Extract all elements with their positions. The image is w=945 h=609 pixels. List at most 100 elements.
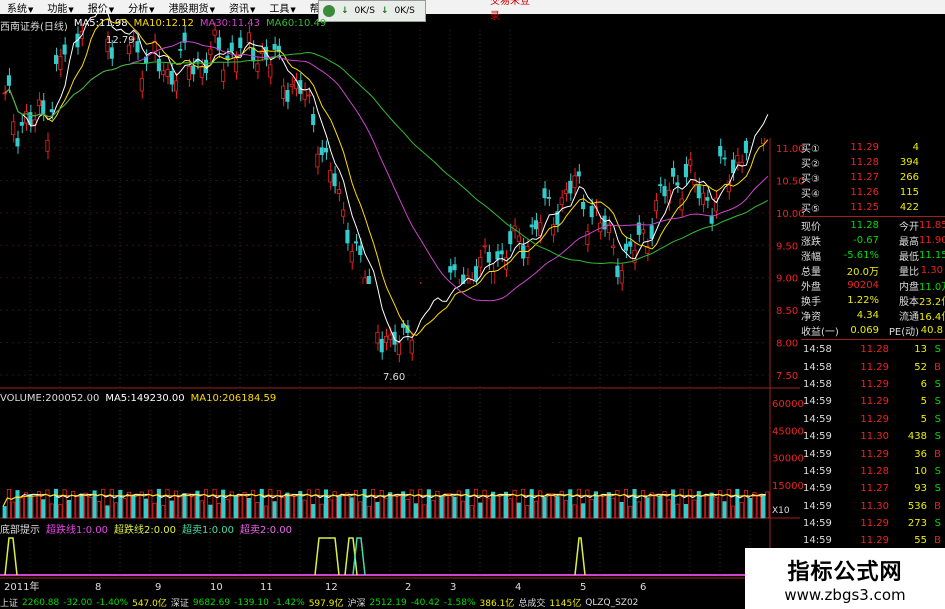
bid-label: 买③: [801, 174, 820, 185]
volume-bar: [495, 494, 500, 519]
volume-bar: [675, 503, 680, 519]
candle-body: [298, 80, 303, 94]
candle-body: [683, 163, 688, 178]
candle-body: [726, 181, 731, 193]
candle-body: [28, 112, 33, 126]
bid-volume: 266: [899, 172, 919, 183]
volume-bar: [182, 493, 187, 519]
volume-bar: [469, 505, 474, 519]
volume-bar: [358, 501, 363, 519]
candle-body: [268, 64, 273, 78]
candle-body: [722, 157, 727, 160]
watermark: 指标公式网 www.zbgs3.com: [745, 548, 945, 609]
candle-body: [392, 331, 397, 345]
menu-item-1[interactable]: 功能▼: [40, 0, 80, 15]
volume-bar: [71, 490, 76, 519]
up-arrow-icon[interactable]: ↓: [381, 6, 389, 16]
volume-bar: [422, 504, 427, 519]
volume-bar: [555, 496, 560, 519]
quote-label: 换手: [801, 297, 821, 308]
candle-body: [563, 189, 569, 195]
volume-bar: [268, 489, 273, 519]
tick-volume: 13: [914, 344, 927, 356]
indicator-spike: [344, 537, 358, 576]
trade-login-link[interactable]: 交易未登录: [490, 0, 535, 22]
menu-item-2[interactable]: 报价▼: [81, 0, 121, 15]
volume-bar: [503, 491, 509, 519]
menu-item-6[interactable]: 工具▼: [262, 0, 302, 15]
candle-body: [349, 251, 354, 263]
quote-label: 现价: [801, 222, 821, 233]
candle-body: [743, 140, 748, 154]
volume-bar: [272, 501, 277, 519]
candle-body: [75, 33, 80, 48]
menu-label: 工具: [269, 3, 290, 15]
gap-mask: [420, 284, 550, 384]
candle-body: [473, 266, 479, 280]
menu-label: 系统: [7, 3, 27, 15]
quote-value: 11.15: [919, 250, 945, 261]
volume-bar: [62, 489, 67, 519]
candle-body: [139, 77, 144, 92]
volume-bar: [563, 500, 569, 519]
quote-label: 股本: [899, 297, 919, 308]
candle-body: [293, 80, 299, 90]
menu-label: 资讯: [228, 3, 249, 15]
candle-body: [443, 296, 449, 310]
price-legend: 西南证券(日线) MA5:11.98 MA10:12.12 MA30:11.43…: [0, 18, 326, 33]
candle-body: [598, 222, 603, 233]
candle-body: [161, 70, 166, 75]
volume-tick: 45000: [772, 426, 804, 437]
candle-body: [602, 215, 607, 230]
volume-bar: [169, 500, 174, 519]
indicator-spike: [574, 537, 586, 576]
quote-row: 换手 1.22% 股本23.2亿: [801, 293, 945, 308]
volume-bar: [418, 488, 423, 519]
date-tick: 9: [155, 582, 161, 593]
bid-volume: 422: [899, 202, 919, 213]
quote-label: 外盘: [801, 282, 821, 293]
candle-body: [371, 294, 376, 297]
volume-bar: [392, 494, 397, 519]
quote-label: 收益(一): [801, 327, 839, 338]
volume-bar: [602, 494, 607, 519]
volume-bar: [131, 494, 136, 519]
down-arrow-icon[interactable]: ↓: [341, 6, 349, 16]
candle-body: [641, 229, 646, 234]
menu-item-4[interactable]: 港股期货▼: [162, 0, 222, 15]
candle-body: [542, 188, 547, 199]
refresh-icon[interactable]: [323, 5, 335, 17]
volume-bar: [679, 488, 684, 519]
candle-body: [388, 334, 393, 340]
candle-body: [45, 139, 50, 152]
status-item-7: -139.10: [234, 597, 269, 608]
volume-bar: [722, 501, 727, 519]
quote-label: 流通: [899, 312, 919, 323]
volume-bar: [203, 489, 209, 519]
candle-body: [486, 252, 491, 263]
volume-bar: [161, 504, 166, 519]
candle-body: [345, 229, 350, 244]
gap-mask: [535, 30, 800, 138]
candle-body: [58, 56, 63, 70]
volume-bar: [606, 492, 611, 519]
volume-bar: [761, 495, 766, 519]
volume-bar: [525, 505, 530, 519]
candle-body: [692, 179, 697, 186]
candle-body: [233, 58, 239, 73]
tick-price: 11.29: [860, 396, 889, 408]
menu-item-5[interactable]: 资讯▼: [222, 0, 262, 15]
menu-item-3[interactable]: 分析▼: [121, 0, 161, 15]
tick-direction: S: [934, 378, 941, 390]
volume-bar: [118, 489, 123, 519]
ma30-value: MA30:11.43: [199, 18, 261, 29]
volume-bar: [281, 497, 286, 519]
menu-item-0[interactable]: 系统▼: [0, 0, 40, 15]
volume-bar: [688, 489, 693, 519]
candle-body: [315, 153, 320, 168]
candle-body: [431, 299, 436, 309]
candle-body: [632, 249, 637, 263]
chevron-down-icon: ▼: [209, 5, 215, 14]
volume-bar: [212, 488, 217, 519]
status-item-13: -1.58%: [443, 597, 476, 608]
